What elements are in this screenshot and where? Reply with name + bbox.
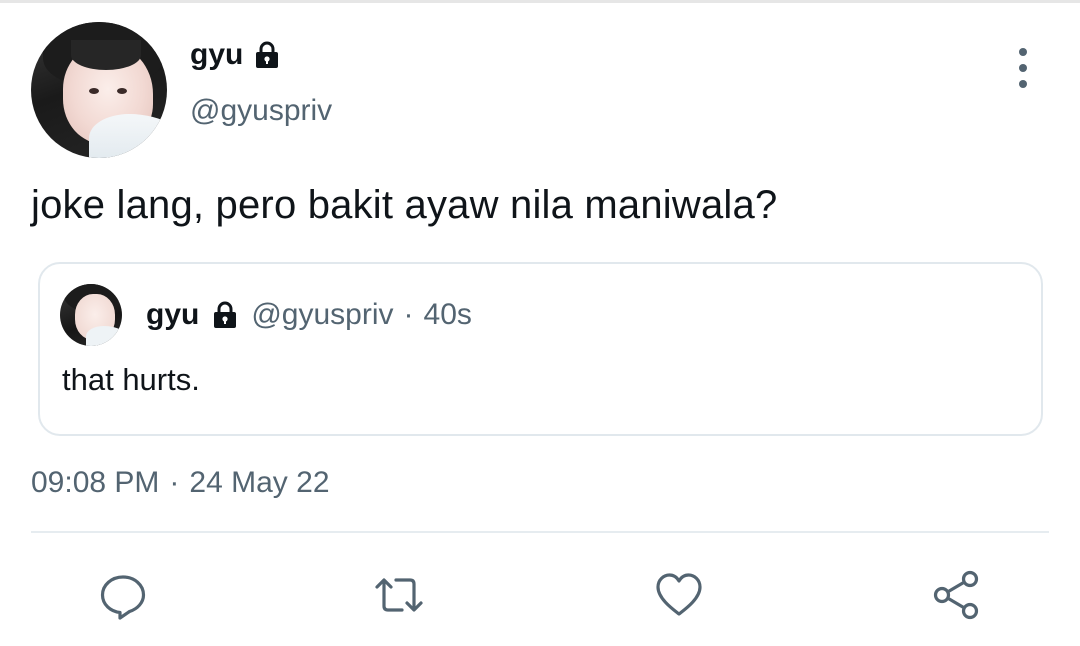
divider <box>31 531 1049 533</box>
more-dot <box>1019 48 1027 56</box>
separator-dot: · <box>169 466 180 499</box>
tweet-date: 24 May 22 <box>189 466 330 499</box>
quoted-tweet-age: 40s <box>423 298 472 331</box>
more-dot <box>1019 64 1027 72</box>
author-name-text: gyu <box>190 38 244 71</box>
lock-icon <box>251 39 283 71</box>
heart-icon <box>656 573 702 616</box>
tweet-text: joke lang, pero bakit ayaw nila maniwala… <box>31 183 778 227</box>
share-icon <box>933 570 979 620</box>
avatar-scarf <box>89 114 167 158</box>
tweet-time: 09:08 PM <box>31 466 160 499</box>
avatar-eye <box>89 88 99 94</box>
lock-icon <box>209 299 241 331</box>
author-display-name[interactable]: gyu <box>190 38 283 72</box>
quoted-tweet-header: gyu @gyuspriv · 40s <box>146 298 472 332</box>
quoted-author-avatar <box>60 284 122 346</box>
quoted-author-name: gyu <box>146 298 200 331</box>
share-button[interactable] <box>930 568 984 622</box>
quoted-author-handle: @gyuspriv <box>251 298 394 331</box>
more-dot <box>1019 80 1027 88</box>
author-avatar[interactable] <box>31 22 167 158</box>
reply-button[interactable] <box>96 568 150 622</box>
separator-dot: · <box>403 298 414 331</box>
quoted-tweet-text: that hurts. <box>62 362 200 397</box>
retweet-icon <box>375 578 423 612</box>
avatar-eye <box>117 88 127 94</box>
retweet-button[interactable] <box>372 568 426 622</box>
avatar-fringe <box>71 40 141 70</box>
author-handle[interactable]: @gyuspriv <box>190 94 332 128</box>
more-vertical-icon[interactable] <box>1010 48 1036 88</box>
tweet-detail: gyu @gyuspriv joke lang, pero bakit ayaw… <box>0 0 1080 646</box>
tweet-timestamp[interactable]: 09:08 PM · 24 May 22 <box>31 466 330 500</box>
avatar-scarf <box>86 326 122 346</box>
like-button[interactable] <box>652 568 706 622</box>
quoted-tweet[interactable]: gyu @gyuspriv · 40s that hurts. <box>38 262 1043 436</box>
reply-icon <box>100 575 146 620</box>
